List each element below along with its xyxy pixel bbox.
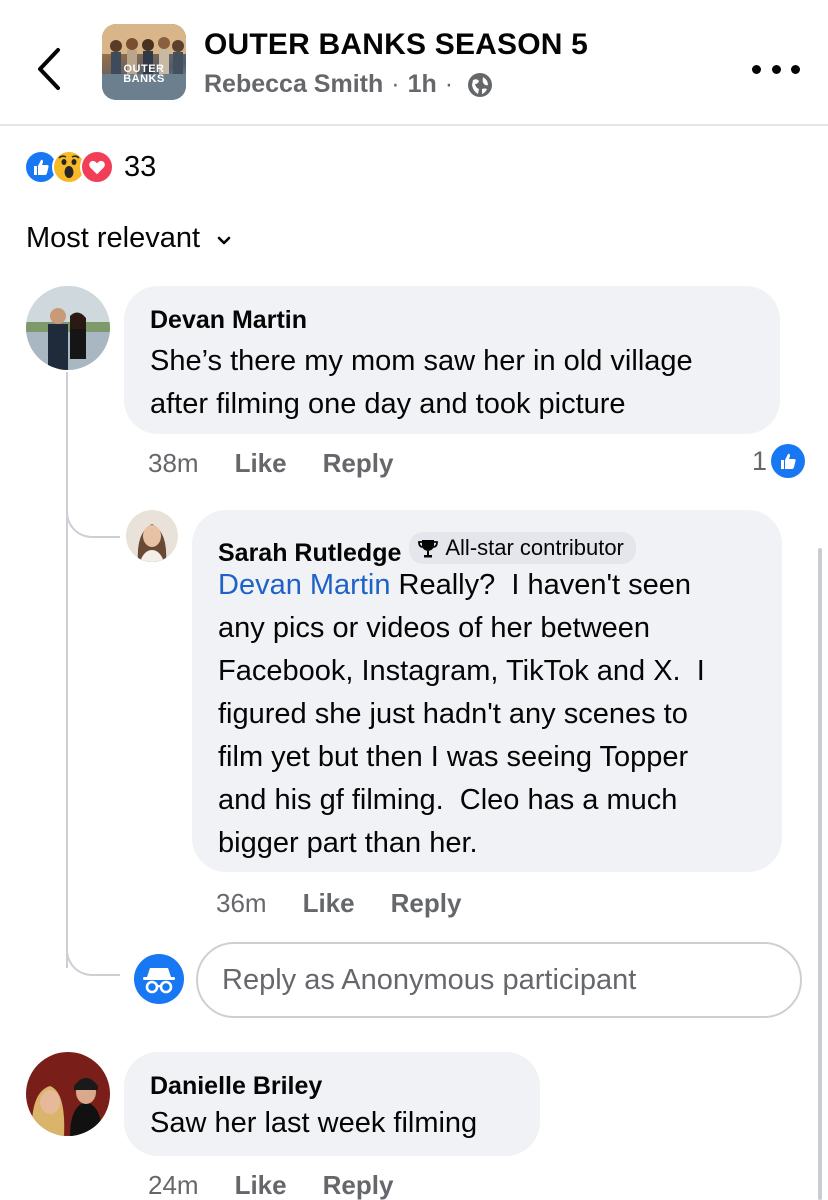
comment-text-line: any pics or videos of her between <box>218 612 651 644</box>
comment-time[interactable]: 38m <box>148 448 199 479</box>
thread-connector-curve <box>66 930 120 976</box>
incognito-icon <box>143 968 175 994</box>
comment-text: She’s there my mom saw her in old villag… <box>150 340 693 426</box>
group-title[interactable]: OUTER BANKS SEASON 5 <box>204 28 588 62</box>
comment-text-segment: Really? I haven't seen <box>390 569 692 601</box>
group-thumbnail[interactable]: OUTER BANKS <box>102 24 186 100</box>
reactions-summary[interactable]: 33 <box>24 148 156 186</box>
comment-actions: 24m Like Reply <box>148 1170 393 1200</box>
globe-icon <box>468 72 493 97</box>
like-button[interactable]: Like <box>303 888 355 919</box>
comment-text-line: film yet but then I was seeing Topper <box>218 741 689 773</box>
comment-actions: 36m Like Reply <box>216 888 461 919</box>
like-button[interactable]: Like <box>235 1170 287 1200</box>
comment-text: Devan Martin Really? I haven't seen any … <box>218 564 705 865</box>
scrollbar[interactable] <box>818 548 822 1200</box>
comment-text-line: bigger part than her. <box>218 827 478 859</box>
more-options-button[interactable] <box>752 56 800 82</box>
comment-author[interactable]: Devan Martin <box>150 306 307 335</box>
chevron-down-icon <box>217 236 231 244</box>
comment-like-count[interactable]: 1 <box>752 444 806 478</box>
comment-text-line: and his gf filming. Cleo has a much <box>218 784 678 816</box>
avatar[interactable] <box>26 1052 110 1136</box>
reply-input[interactable] <box>196 942 802 1018</box>
all-star-contributor-badge[interactable]: All-star contributor <box>409 532 636 564</box>
meta-separator: · <box>391 70 400 98</box>
comment-text-line: figured she just hadn't any scenes to <box>218 698 688 730</box>
comment-actions: 38m Like Reply <box>148 448 393 479</box>
thread-connector-curve <box>66 492 120 538</box>
comment-bubble: Sarah Rutledge All-star contributor Devan… <box>192 510 782 872</box>
dot-icon <box>771 64 781 74</box>
group-photo-icon <box>102 24 186 100</box>
comment-text-line: Saw her last week filming <box>150 1107 478 1139</box>
dot-icon <box>752 64 761 74</box>
anonymous-avatar <box>134 954 184 1004</box>
post-time[interactable]: 1h <box>408 70 437 99</box>
back-arrow-icon[interactable] <box>30 44 70 94</box>
comment-text-line: after filming one day and took picture <box>150 388 626 420</box>
post-comments-page: OUTER BANKS OUTER BANKS SEASON 5 Rebecca… <box>0 0 828 1200</box>
comment-sort-dropdown[interactable]: Most relevant <box>26 222 234 255</box>
sort-label: Most relevant <box>26 222 201 254</box>
reply-button[interactable]: Reply <box>391 888 462 919</box>
post-author[interactable]: Rebecca Smith <box>204 70 383 99</box>
badge-label: All-star contributor <box>445 535 624 560</box>
comment-author[interactable]: Sarah Rutledge <box>218 539 401 567</box>
trophy-icon <box>418 540 439 558</box>
reply-header: Sarah Rutledge All-star contributor <box>218 532 636 568</box>
group-thumbnail-logo-text: OUTER BANKS <box>123 63 165 85</box>
mention-link[interactable]: Devan Martin <box>218 569 390 601</box>
reaction-count: 33 <box>124 150 157 183</box>
comment-text-line: Facebook, Instagram, TikTok and X. I <box>218 655 705 687</box>
avatar[interactable] <box>26 286 110 370</box>
like-button[interactable]: Like <box>235 448 287 479</box>
comment-text-line: She’s there my mom saw her in old villag… <box>150 345 693 377</box>
thread-connector-line <box>66 372 68 968</box>
post-meta: Rebecca Smith · 1h · <box>204 70 493 99</box>
comment-bubble: Danielle Briley Saw her last week filmin… <box>124 1052 540 1156</box>
reply-button[interactable]: Reply <box>323 1170 394 1200</box>
comment-author[interactable]: Danielle Briley <box>150 1072 322 1101</box>
comment-text-line: Devan Martin Really? I haven't seen <box>218 564 705 607</box>
comment-text: Saw her last week filming <box>150 1102 477 1145</box>
comment-time[interactable]: 36m <box>216 888 267 919</box>
meta-separator: · <box>444 70 454 98</box>
post-header: OUTER BANKS OUTER BANKS SEASON 5 Rebecca… <box>0 0 828 126</box>
like-reaction-icon <box>771 444 806 478</box>
avatar[interactable] <box>126 510 178 562</box>
comment-bubble: Devan Martin She’s there my mom saw her … <box>124 286 780 434</box>
reply-button[interactable]: Reply <box>323 448 394 479</box>
comment-time[interactable]: 24m <box>148 1170 199 1200</box>
like-count-number: 1 <box>752 445 768 476</box>
dot-icon <box>791 64 800 74</box>
love-reaction-icon <box>80 150 114 184</box>
